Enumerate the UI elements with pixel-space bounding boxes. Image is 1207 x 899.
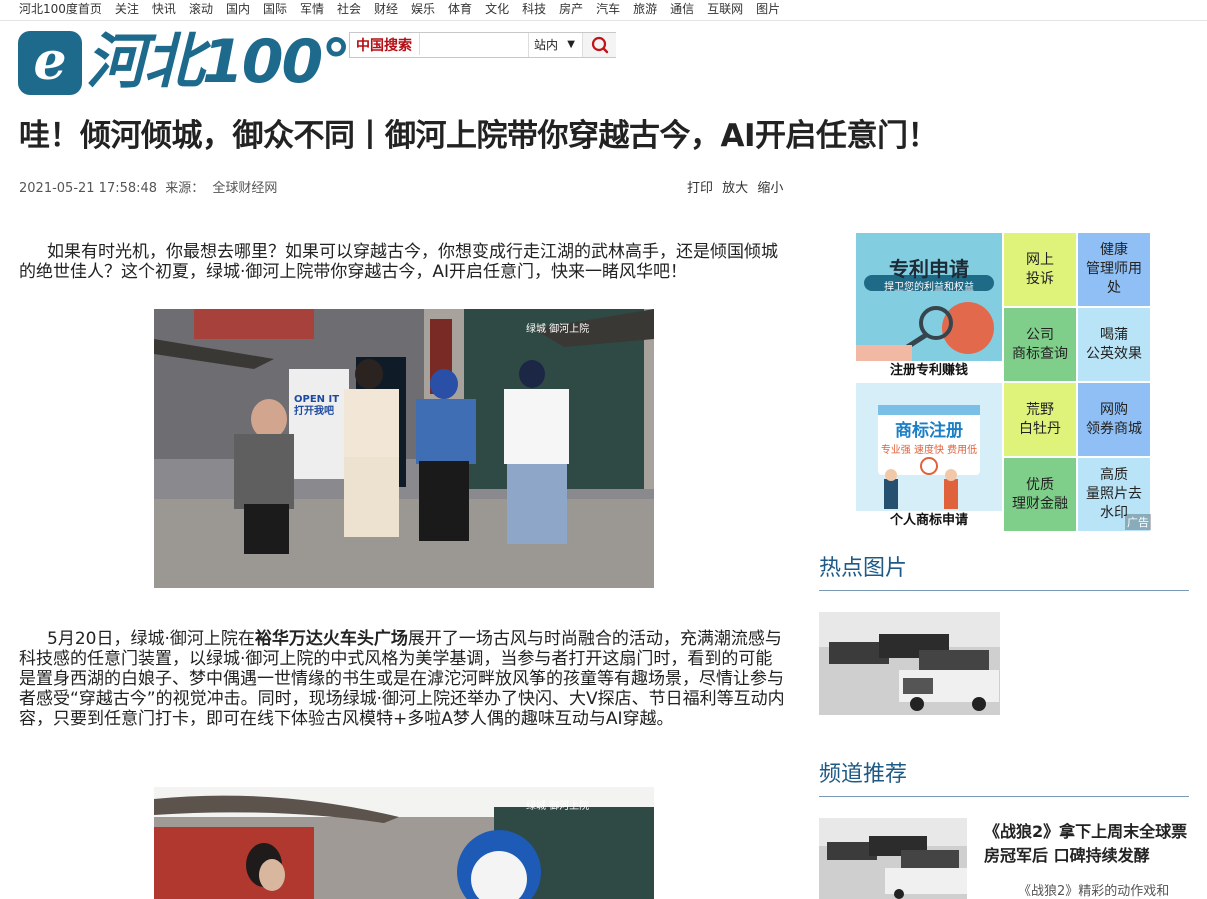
article-paragraph-2: 5月20日，绿城·御河上院在裕华万达火车头广场展开了一场古风与时尚融合的活动，充… (19, 629, 789, 729)
source-label: 来源： (165, 181, 205, 196)
site-logo[interactable]: e 河北100° (18, 27, 351, 97)
search-box: 中国搜索 站内 ▼ (349, 32, 616, 58)
search-button[interactable] (582, 33, 616, 57)
photo-sign-open-it: OPEN IT 打开我吧 (294, 394, 340, 417)
logo-mark: e (18, 31, 82, 95)
top-nav-item[interactable]: 关注 (115, 2, 139, 16)
recommend-summary: 《战狼2》精彩的动作戏和 (1018, 884, 1170, 899)
photo-watermark: 绿城 御河上院 (526, 324, 590, 335)
ad-trademark-title: 商标注册 (895, 421, 963, 441)
paragraph-2-start: 5月20日，绿城·御河上院在 (47, 629, 255, 649)
ad-trademark-caption: 个人商标申请 (856, 511, 1002, 530)
top-nav-item[interactable]: 国内 (226, 2, 250, 16)
ad-tile[interactable]: 荒野 白牡丹 (1004, 383, 1076, 456)
hot-pictures-title: 热点图片 (819, 556, 908, 581)
top-nav-item[interactable]: 国际 (263, 2, 287, 16)
top-nav-bar: 河北100度首页 关注 快讯 滚动 国内 国际 军情 社会 财经 娱乐 体育 文化 科技 房产 汽车 旅游 通信… (0, 0, 1207, 21)
top-nav-item[interactable]: 财经 (374, 2, 398, 16)
ad-trademark-sub: 专业强 速度快 费用低 (880, 445, 978, 456)
chevron-down-icon: ▼ (567, 39, 575, 50)
photo-watermark-2: 绿城 御河上院 (526, 801, 590, 812)
print-link[interactable]: 打印 (687, 181, 713, 196)
recommend-headline[interactable]: 《战狼2》拿下上周末全球票房冠军后 口碑持续发酵 (984, 820, 1194, 868)
logo-text: 河北100° (86, 27, 351, 97)
hot-picture-thumbnail[interactable] (819, 612, 1000, 715)
trademark-illustration (856, 383, 1002, 530)
top-nav-item[interactable]: 科技 (522, 2, 546, 16)
top-nav-item[interactable]: 文化 (485, 2, 509, 16)
top-nav-item[interactable]: 社会 (337, 2, 361, 16)
venue-highlight: 裕华万达火车头广场 (254, 629, 408, 649)
search-icon (591, 36, 609, 54)
ad-tile[interactable]: 优质 理财金融 (1004, 458, 1076, 531)
ad-trademark[interactable]: 商标注册 专业强 速度快 费用低 个人商标申请 (856, 383, 1002, 530)
top-nav-links: 河北100度首页 关注 快讯 滚动 国内 国际 军情 社会 财经 娱乐 体育 文化 科技 房产 汽车 旅游 通信… (19, 0, 793, 18)
top-nav-item[interactable]: 互联网 (707, 2, 743, 16)
article-tools: 打印 放大 缩小 (687, 177, 788, 196)
zoom-in-link[interactable]: 放大 (722, 181, 748, 196)
top-nav-item[interactable]: 河北100度首页 (19, 2, 102, 16)
article-paragraph-1: 如果有时光机，你最想去哪里？如果可以穿越古今，你想变成行走江湖的武林高手，还是倾… (19, 242, 778, 282)
top-nav-item[interactable]: 旅游 (633, 2, 657, 16)
ad-patent-caption: 注册专利赚钱 (856, 361, 1002, 380)
search-scope-select[interactable]: 站内 ▼ (528, 33, 580, 57)
top-nav-item[interactable]: 体育 (448, 2, 472, 16)
ad-tag: 广告 (1125, 514, 1151, 530)
search-label: 中国搜索 (356, 38, 412, 54)
top-nav-item[interactable]: 通信 (670, 2, 694, 16)
sidebar-ad-grid: 专利申请 捍卫您的利益和权益 注册专利赚钱 商标注册 专业强 速度快 费用低 个… (856, 233, 1153, 531)
ad-tile[interactable]: 喝蒲 公英效果 (1078, 308, 1150, 381)
channel-recommend-title: 频道推荐 (819, 762, 908, 787)
article-photo-2: 绿城 御河上院 (154, 787, 654, 899)
ad-patent[interactable]: 专利申请 捍卫您的利益和权益 注册专利赚钱 (856, 233, 1002, 380)
ad-tile[interactable]: 公司 商标查询 (1004, 308, 1076, 381)
top-nav-item[interactable]: 娱乐 (411, 2, 435, 16)
top-nav-item[interactable]: 汽车 (596, 2, 620, 16)
article-title: 哇！倾河倾城，御众不同丨御河上院带你穿越古今，AI开启任意门！ (19, 118, 939, 154)
ad-tile[interactable]: 网购 领券商城 (1078, 383, 1150, 456)
ad-tile[interactable]: 健康 管理师用处 (1078, 233, 1150, 306)
article-datetime: 2021-05-21 17:58:48 (19, 181, 158, 196)
article-photo-1: OPEN IT 打开我吧 绿城 御河上院 (154, 309, 654, 588)
search-input[interactable] (419, 33, 525, 55)
search-scope-value: 站内 (534, 38, 559, 52)
top-nav-item[interactable]: 快讯 (152, 2, 176, 16)
ad-tile[interactable]: 网上 投诉 (1004, 233, 1076, 306)
top-nav-item[interactable]: 军情 (300, 2, 324, 16)
top-nav-item[interactable]: 图片 (756, 2, 780, 16)
zoom-out-link[interactable]: 缩小 (757, 181, 783, 196)
top-nav-item[interactable]: 房产 (559, 2, 583, 16)
ad-patent-sub: 捍卫您的利益和权益 (884, 282, 974, 293)
recommend-thumbnail[interactable] (819, 818, 967, 899)
hot-pictures-header: 热点图片 (819, 554, 1189, 591)
article-source[interactable]: 全球财经网 (212, 181, 277, 196)
top-nav-item[interactable]: 滚动 (189, 2, 213, 16)
channel-recommend-header: 频道推荐 (819, 760, 1189, 797)
article-meta: 2021-05-21 17:58:48 来源： 全球财经网 (19, 177, 281, 196)
